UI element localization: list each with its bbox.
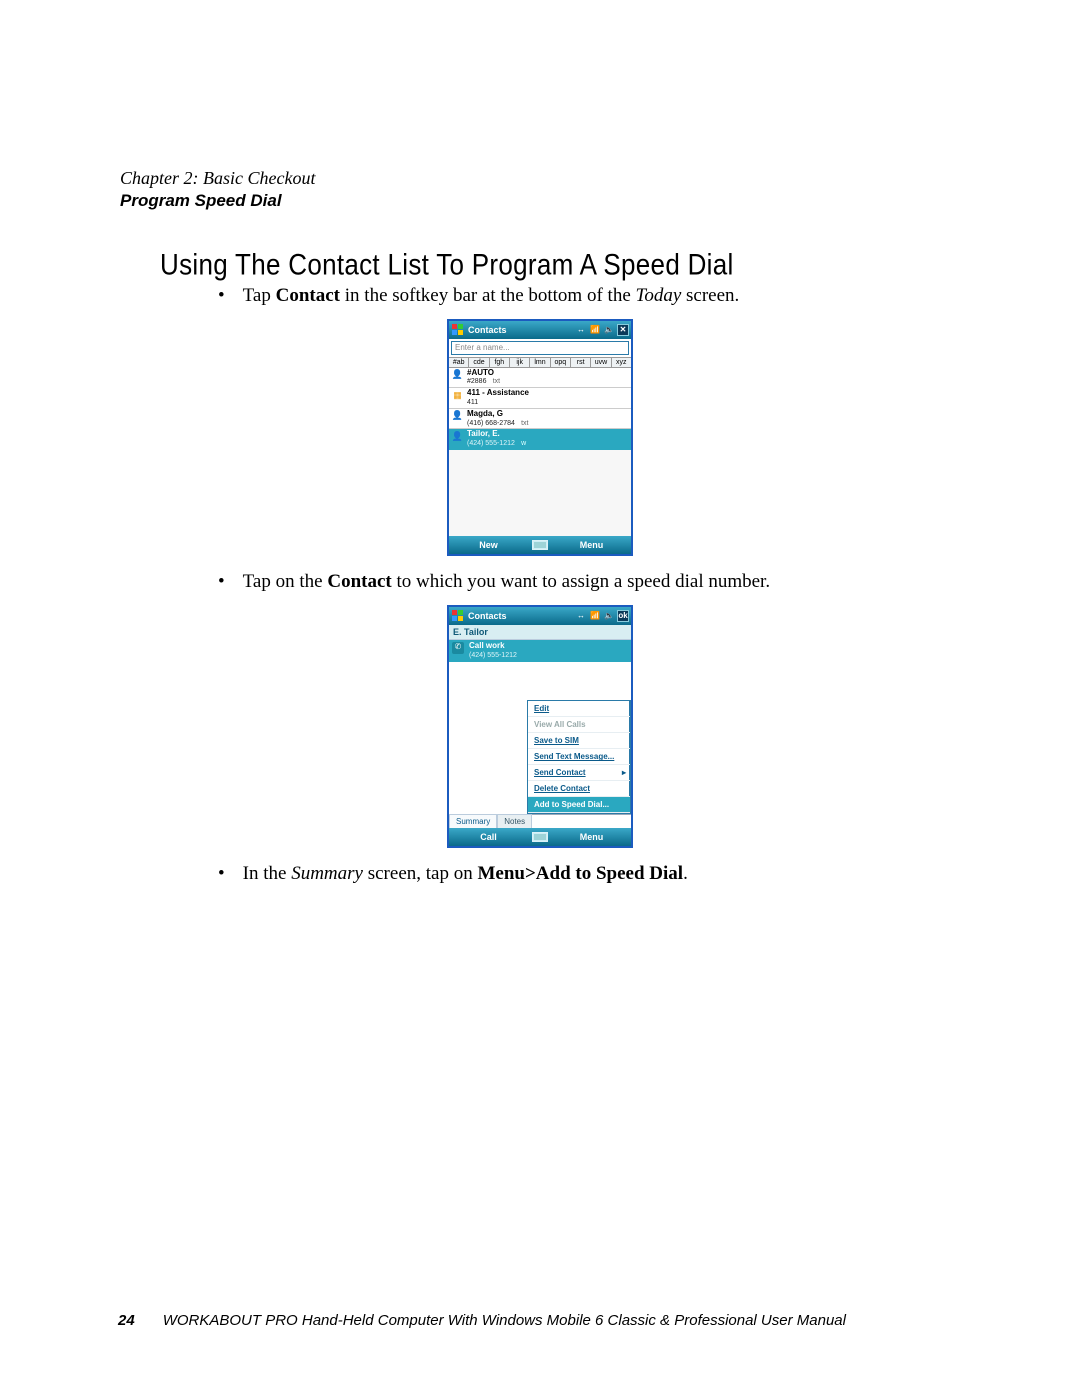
signal-icon[interactable]: 📶 bbox=[589, 324, 601, 336]
contact-row[interactable]: 👤 Magda, G (416) 668-2784 txt bbox=[449, 409, 631, 430]
alpha-tab[interactable]: cde bbox=[469, 358, 489, 367]
alpha-tab[interactable]: fgh bbox=[490, 358, 510, 367]
wm-title-text: Contacts bbox=[468, 611, 575, 621]
close-button[interactable]: ✕ bbox=[617, 324, 629, 336]
softkey-call[interactable]: Call bbox=[449, 832, 528, 842]
contact-row-selected[interactable]: 👤 Tailor, E. (424) 555-1212 w bbox=[449, 429, 631, 450]
page-footer: 24 WORKABOUT PRO Hand-Held Computer With… bbox=[118, 1312, 962, 1329]
menu-item-save-to-sim[interactable]: Save to SIM bbox=[528, 733, 630, 749]
screenshot-contacts-list: Contacts ↔ 📶 🔈 ✕ Enter a name... #ab cde… bbox=[447, 319, 633, 556]
contact-card-icon: 👤 bbox=[452, 370, 463, 381]
heading: Using The Contact List To Program A Spee… bbox=[160, 247, 960, 283]
bullet-dot-icon: • bbox=[218, 862, 225, 887]
menu-item-view-all-calls: View All Calls bbox=[528, 717, 630, 733]
contact-card-icon: 👤 bbox=[452, 431, 463, 442]
bullet-item: • Tap on the Contact to which you want t… bbox=[218, 570, 960, 595]
menu-item-delete-contact[interactable]: Delete Contact bbox=[528, 781, 630, 797]
bullet-item: • In the Summary screen, tap on Menu>Add… bbox=[218, 862, 960, 887]
chapter-header: Chapter 2: Basic Checkout bbox=[120, 168, 960, 189]
document-page: Chapter 2: Basic Checkout Program Speed … bbox=[0, 0, 1080, 1397]
volume-icon[interactable]: 🔈 bbox=[603, 324, 615, 336]
connectivity-icon[interactable]: ↔ bbox=[575, 610, 587, 622]
keyboard-icon[interactable] bbox=[528, 540, 552, 550]
keyboard-icon[interactable] bbox=[528, 832, 552, 842]
call-work-item[interactable]: ✆ Call work (424) 555-1212 bbox=[449, 640, 631, 663]
search-input[interactable]: Enter a name... bbox=[451, 341, 629, 355]
contacts-list: 👤 #AUTO #2886 txt ▦ 411 - Assistance 411… bbox=[449, 368, 631, 450]
page-number: 24 bbox=[118, 1312, 135, 1329]
wm-title-text: Contacts bbox=[468, 325, 575, 335]
alpha-tab[interactable]: opq bbox=[551, 358, 571, 367]
connectivity-icon[interactable]: ↔ bbox=[575, 324, 587, 336]
wm-title-bar: Contacts ↔ 📶 🔈 ✕ bbox=[449, 321, 631, 339]
menu-item-send-text[interactable]: Send Text Message... bbox=[528, 749, 630, 765]
tab-summary[interactable]: Summary bbox=[449, 814, 497, 828]
screenshot-contact-detail: Contacts ↔ 📶 🔈 ok E. Tailor ✆ Call work … bbox=[447, 605, 633, 849]
volume-icon[interactable]: 🔈 bbox=[603, 610, 615, 622]
tab-notes[interactable]: Notes bbox=[497, 814, 532, 828]
wm-title-bar: Contacts ↔ 📶 🔈 ok bbox=[449, 607, 631, 625]
softkey-menu[interactable]: Menu bbox=[552, 832, 631, 842]
ok-button[interactable]: ok bbox=[617, 610, 629, 622]
bullet-dot-icon: • bbox=[218, 284, 225, 309]
bottom-tabs: Summary Notes bbox=[449, 814, 631, 828]
menu-item-send-contact[interactable]: Send Contact bbox=[528, 765, 630, 781]
sim-contact-icon: ▦ bbox=[452, 390, 463, 401]
windows-flag-icon[interactable] bbox=[451, 609, 465, 623]
alpha-tab[interactable]: #ab bbox=[449, 358, 469, 367]
softkey-menu[interactable]: Menu bbox=[552, 540, 631, 550]
contact-row[interactable]: ▦ 411 - Assistance 411 bbox=[449, 388, 631, 409]
contact-row[interactable]: 👤 #AUTO #2886 txt bbox=[449, 368, 631, 389]
alpha-tab[interactable]: lmn bbox=[530, 358, 550, 367]
softkey-new[interactable]: New bbox=[449, 540, 528, 550]
bullet-dot-icon: • bbox=[218, 570, 225, 595]
footer-text: WORKABOUT PRO Hand-Held Computer With Wi… bbox=[163, 1312, 846, 1329]
contact-name-band: E. Tailor bbox=[449, 625, 631, 640]
softkey-bar: New Menu bbox=[449, 536, 631, 554]
alpha-tab[interactable]: ijk bbox=[510, 358, 530, 367]
empty-area bbox=[449, 450, 631, 536]
alpha-tab[interactable]: uvw bbox=[591, 358, 611, 367]
phone-icon: ✆ bbox=[452, 642, 464, 654]
alpha-tab[interactable]: xyz bbox=[612, 358, 631, 367]
menu-item-edit[interactable]: Edit bbox=[528, 701, 630, 717]
windows-flag-icon[interactable] bbox=[451, 323, 465, 337]
alpha-tab[interactable]: rst bbox=[571, 358, 591, 367]
alpha-tabs[interactable]: #ab cde fgh ijk lmn opq rst uvw xyz bbox=[449, 357, 631, 368]
bullet-item: • Tap Contact in the softkey bar at the … bbox=[218, 284, 960, 309]
menu-item-add-speed-dial[interactable]: Add to Speed Dial... bbox=[528, 797, 630, 813]
detail-body: Edit View All Calls Save to SIM Send Tex… bbox=[449, 662, 631, 814]
contact-card-icon: 👤 bbox=[452, 411, 463, 422]
context-menu: Edit View All Calls Save to SIM Send Tex… bbox=[527, 700, 631, 814]
signal-icon[interactable]: 📶 bbox=[589, 610, 601, 622]
softkey-bar: Call Menu bbox=[449, 828, 631, 846]
section-header: Program Speed Dial bbox=[120, 191, 960, 211]
